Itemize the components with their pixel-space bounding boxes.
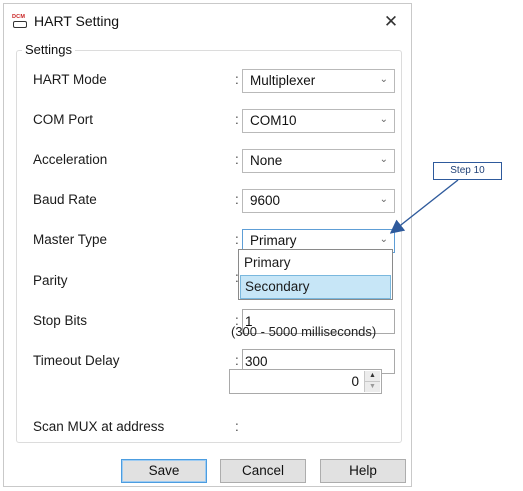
baud-rate-label: Baud Rate (33, 192, 97, 207)
dropdown-option-primary[interactable]: Primary (240, 251, 391, 275)
chevron-down-icon: ⌄ (379, 234, 388, 245)
hart-mode-label: HART Mode (33, 72, 107, 87)
master-type-label: Master Type (33, 232, 108, 247)
colon: : (235, 419, 239, 434)
timeout-hint: (300 - 5000 milliseconds) (231, 324, 377, 339)
scan-mux-label: Scan MUX at address (33, 419, 165, 434)
master-type-dropdown-list: Primary Secondary (238, 249, 393, 300)
title-bar: DCM HART Setting ✕ (4, 4, 411, 40)
colon: : (235, 112, 239, 127)
spin-up-icon[interactable]: ▲ (365, 371, 380, 382)
colon: : (235, 192, 239, 207)
baud-rate-select[interactable]: 9600 ⌄ (242, 189, 395, 213)
stop-bits-label: Stop Bits (33, 313, 88, 328)
spin-down-icon[interactable]: ▼ (365, 382, 380, 392)
dcm-app-icon: DCM (12, 14, 29, 29)
window-title: HART Setting (34, 13, 120, 29)
hart-setting-dialog: DCM HART Setting ✕ Settings HART Mode : … (3, 3, 412, 487)
dropdown-option-secondary[interactable]: Secondary (240, 275, 391, 299)
chevron-down-icon: ⌄ (379, 114, 388, 125)
cancel-button[interactable]: Cancel (220, 459, 306, 483)
com-port-select[interactable]: COM10 ⌄ (242, 109, 395, 133)
chevron-down-icon: ⌄ (379, 194, 388, 205)
colon: : (235, 232, 239, 247)
parity-label: Parity (33, 273, 68, 288)
scan-mux-spinner[interactable]: 0 ▲ ▼ (229, 369, 382, 394)
close-icon[interactable]: ✕ (379, 10, 403, 34)
colon: : (235, 152, 239, 167)
step-callout: Step 10 (433, 162, 502, 180)
com-port-label: COM Port (33, 112, 94, 127)
chevron-down-icon: ⌄ (379, 74, 388, 85)
colon: : (235, 353, 239, 368)
acceleration-label: Acceleration (33, 152, 108, 167)
chevron-down-icon: ⌄ (379, 154, 388, 165)
acceleration-select[interactable]: None ⌄ (242, 149, 395, 173)
hart-mode-select[interactable]: Multiplexer ⌄ (242, 69, 395, 93)
help-button[interactable]: Help (320, 459, 406, 483)
settings-legend: Settings (22, 42, 75, 57)
save-button[interactable]: Save (121, 459, 207, 483)
timeout-delay-label: Timeout Delay (33, 353, 120, 368)
colon: : (235, 72, 239, 87)
